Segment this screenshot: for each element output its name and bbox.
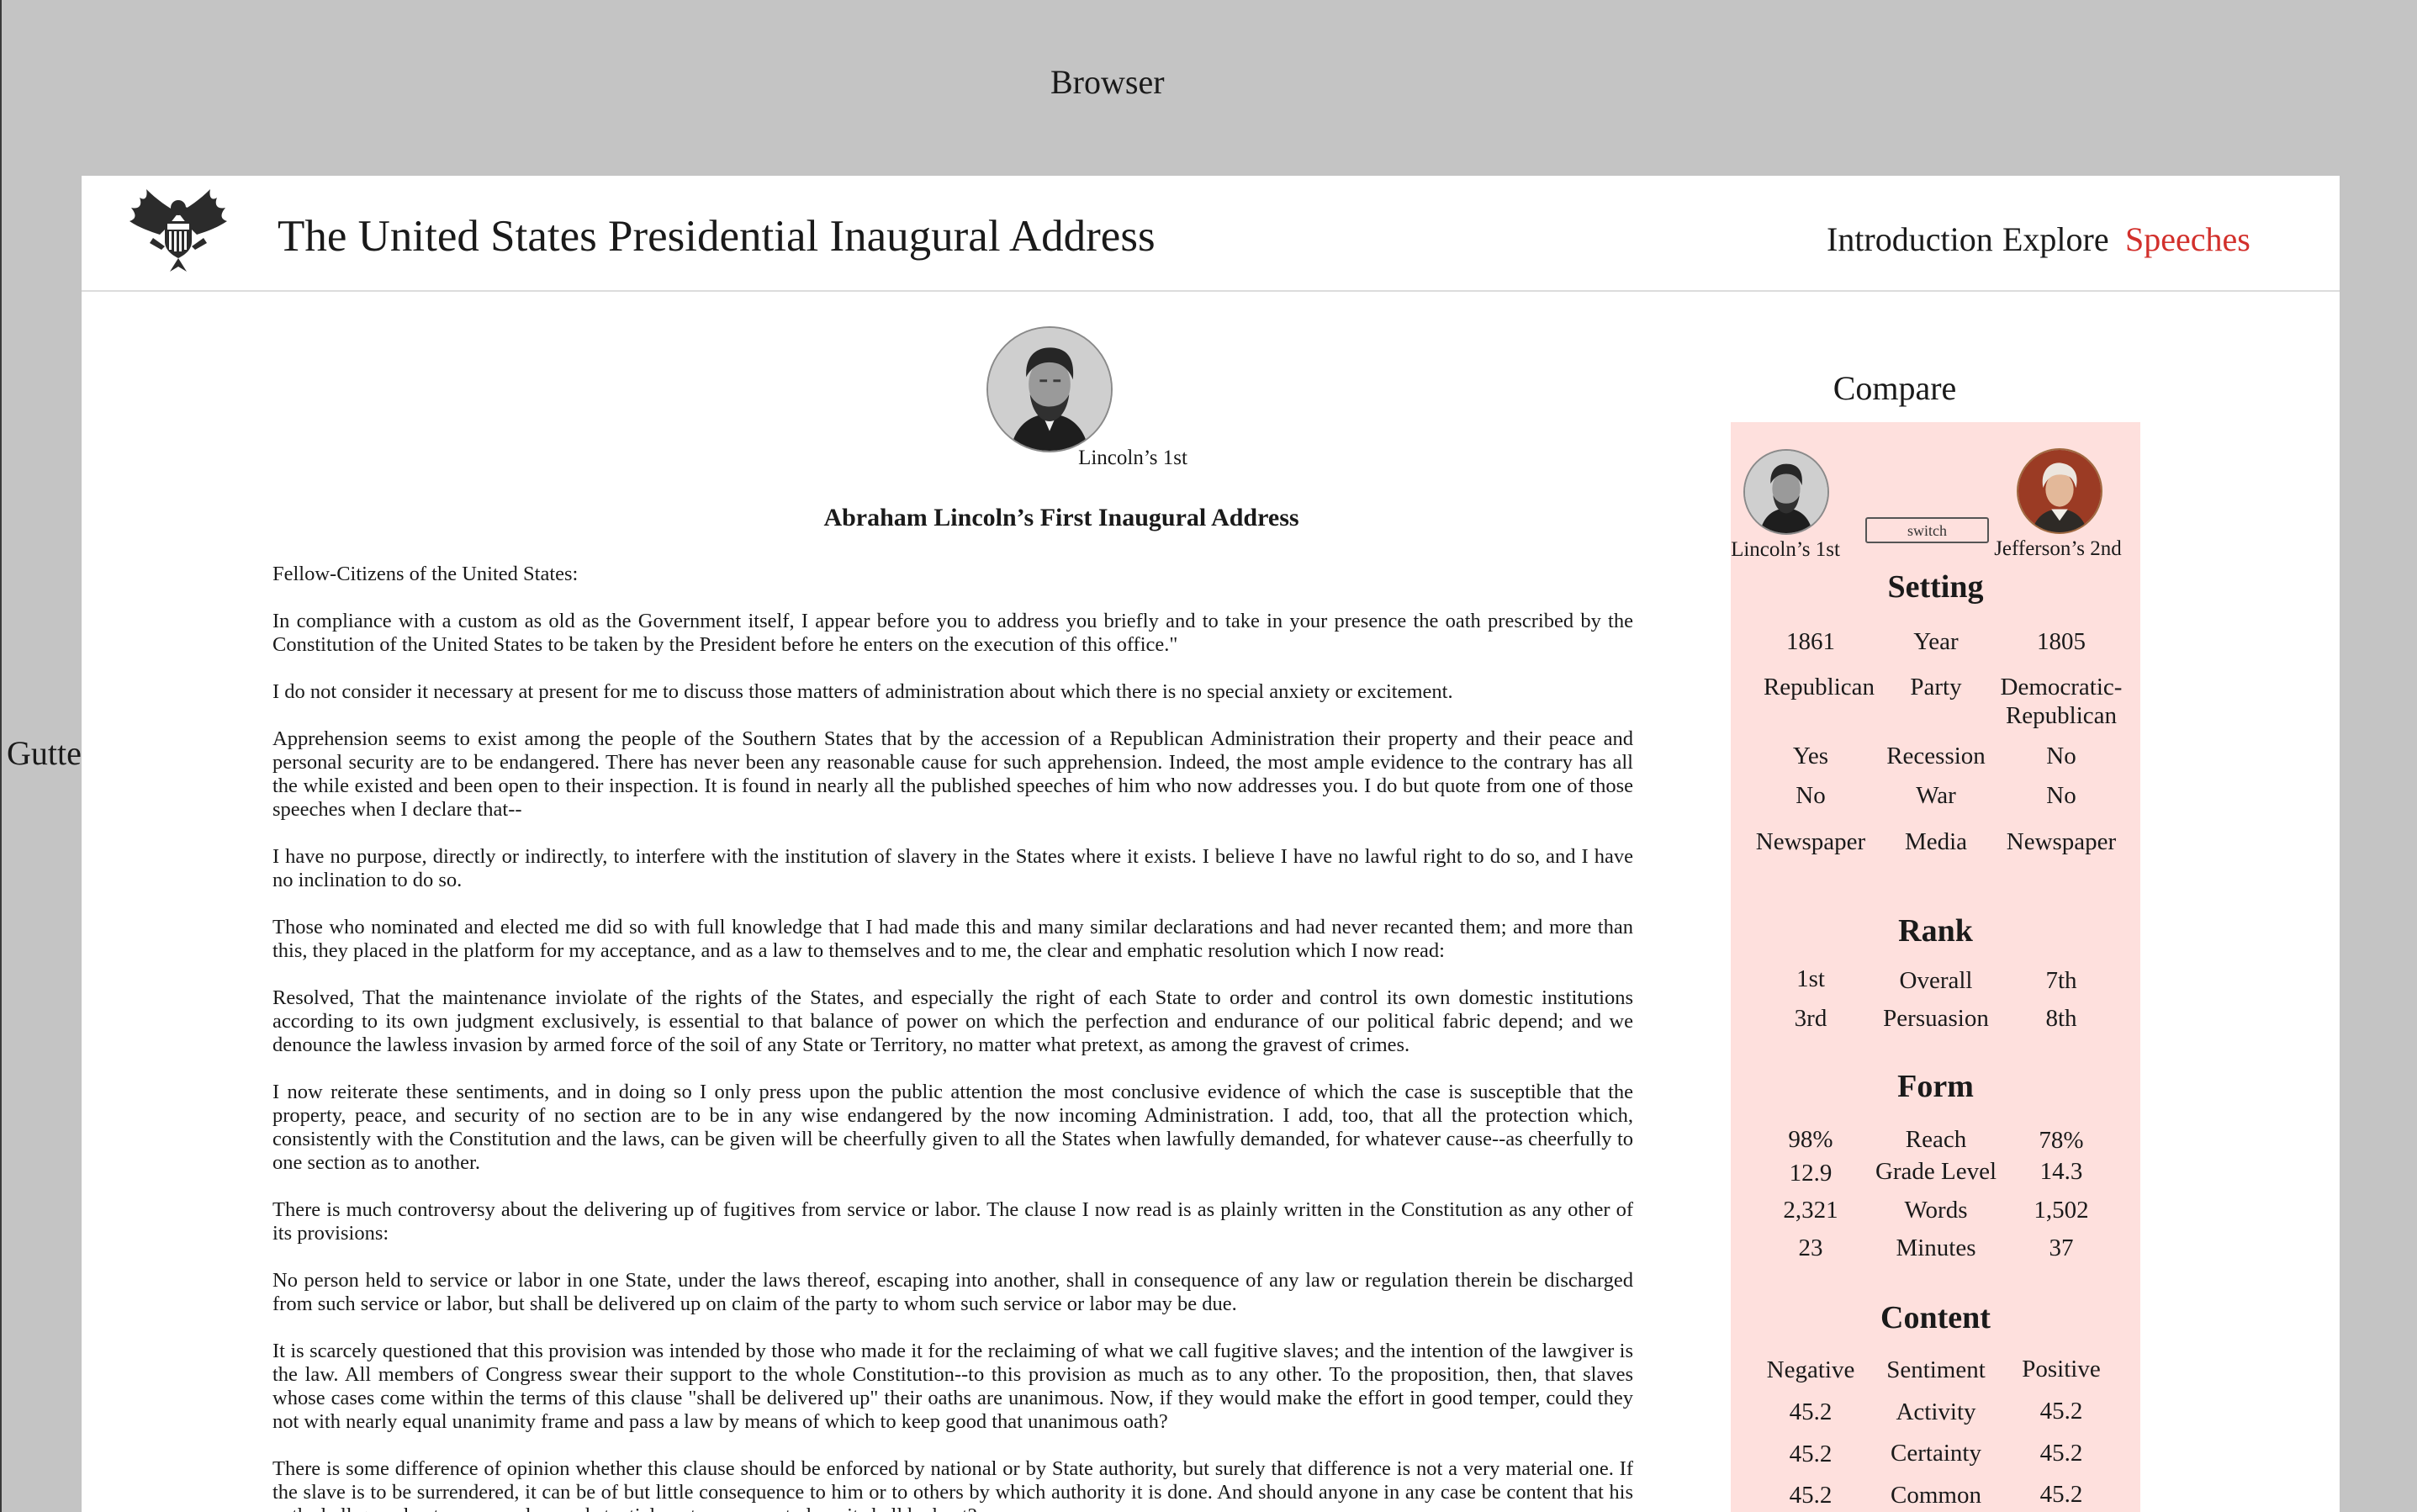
speech-title: Abraham Lincoln’s First Inaugural Addres…	[823, 504, 1299, 531]
switch-button[interactable]: switch	[1865, 517, 1989, 543]
speech-text: Fellow-Citizens of the United States: In…	[272, 563, 1633, 1512]
section-form: Form	[1897, 1069, 1974, 1104]
nav-explore[interactable]: Explore	[2002, 219, 2109, 259]
page-container: The United States Presidential Inaugural…	[82, 176, 2340, 1512]
speech-paragraph: No person held to service or labor in on…	[272, 1269, 1633, 1315]
speech-paragraph: There is some difference of opinion whet…	[272, 1457, 1633, 1512]
nav-introduction[interactable]: Introduction	[1827, 219, 1993, 259]
speech-paragraph: Resolved, That the maintenance inviolate…	[272, 986, 1633, 1056]
site-header: The United States Presidential Inaugural…	[82, 176, 2340, 292]
window-left-border	[0, 0, 2, 1512]
compare-right-caption: Jefferson’s 2nd	[1994, 537, 2122, 560]
speech-paragraph: There is much controversy about the deli…	[272, 1198, 1633, 1245]
compare-left-portrait[interactable]	[1743, 449, 1829, 535]
nav-speeches[interactable]: Speeches	[2125, 219, 2250, 259]
compare-right-portrait[interactable]	[2017, 448, 2102, 534]
browser-annotation: Browser	[1050, 63, 1165, 101]
site-title: The United States Presidential Inaugural…	[278, 212, 1156, 261]
speech-paragraph: Those who nominated and elected me did s…	[272, 916, 1633, 962]
speech-paragraph: I now reiterate these sentiments, and in…	[272, 1081, 1633, 1174]
gutter-annotation: Gutter	[7, 734, 93, 772]
eagle-seal-icon	[130, 189, 227, 272]
compare-heading: Compare	[1833, 369, 1957, 407]
lincoln-portrait	[986, 326, 1113, 452]
portrait-caption: Lincoln’s 1st	[1078, 447, 1187, 469]
compare-panel: Lincoln’s 1st switch Jefferson’s 2nd Set…	[1731, 422, 2140, 1512]
speech-paragraph: In compliance with a custom as old as th…	[272, 610, 1633, 656]
section-content: Content	[1880, 1300, 1991, 1335]
speech-paragraph: Apprehension seems to exist among the pe…	[272, 727, 1633, 821]
section-setting: Setting	[1887, 569, 1984, 605]
speech-paragraph: It is scarcely questioned that this prov…	[272, 1340, 1633, 1433]
compare-left-caption: Lincoln’s 1st	[1731, 538, 1840, 561]
section-rank: Rank	[1898, 913, 1973, 949]
speech-paragraph: Fellow-Citizens of the United States:	[272, 563, 579, 585]
speech-paragraph: I have no purpose, directly or indirectl…	[272, 845, 1633, 891]
speech-paragraph: I do not consider it necessary at presen…	[272, 680, 1453, 703]
